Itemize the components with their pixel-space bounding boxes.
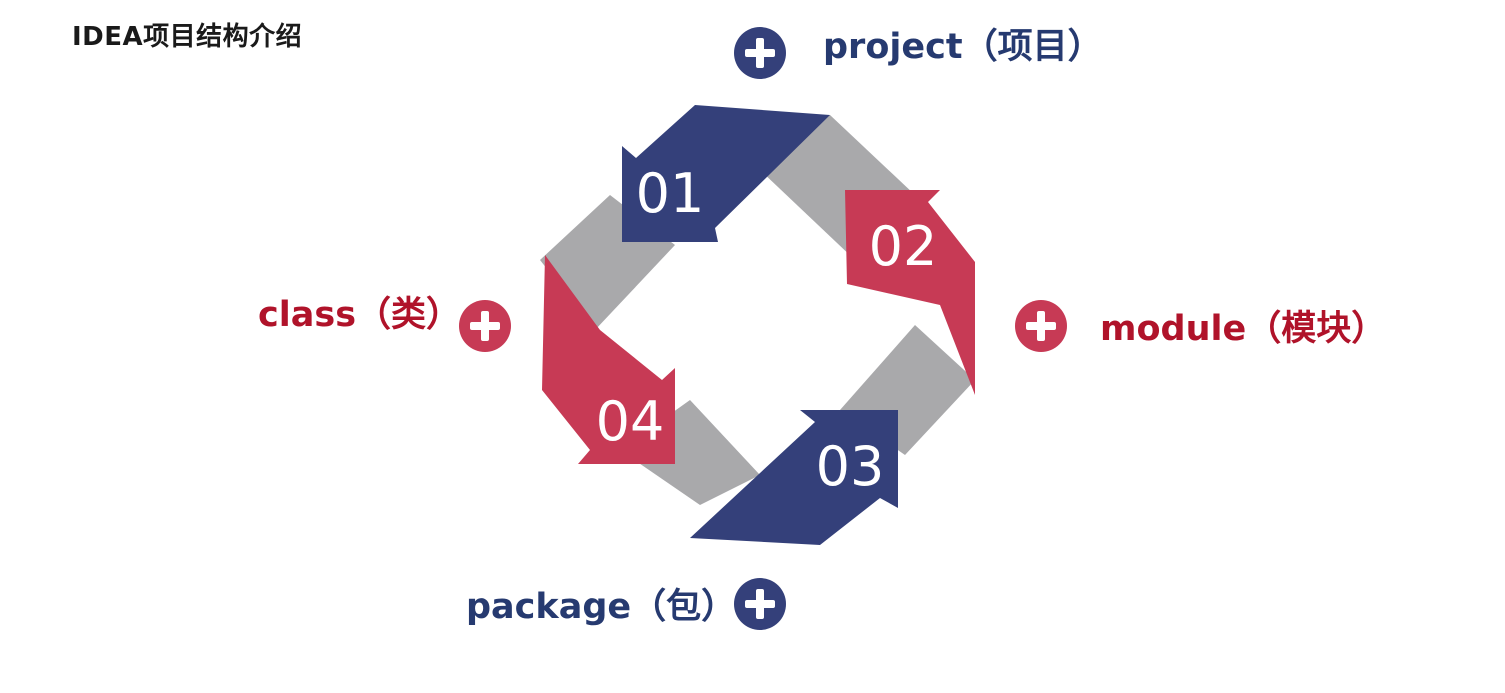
plus-circle-icon[interactable] <box>734 27 786 79</box>
plus-circle-icon[interactable] <box>1015 300 1067 352</box>
label-module: module（模块） <box>1100 309 1387 349</box>
step-number-01: 01 <box>636 162 705 225</box>
step-number-04: 04 <box>596 390 665 453</box>
label-package: package（包） <box>466 587 737 627</box>
plus-circle-icon[interactable] <box>459 300 511 352</box>
plus-circle-icon[interactable] <box>734 578 786 630</box>
label-project: project（项目） <box>823 27 1103 67</box>
step-number-02: 02 <box>869 215 938 278</box>
label-class: class（类） <box>258 295 462 335</box>
step-number-03: 03 <box>816 435 885 498</box>
